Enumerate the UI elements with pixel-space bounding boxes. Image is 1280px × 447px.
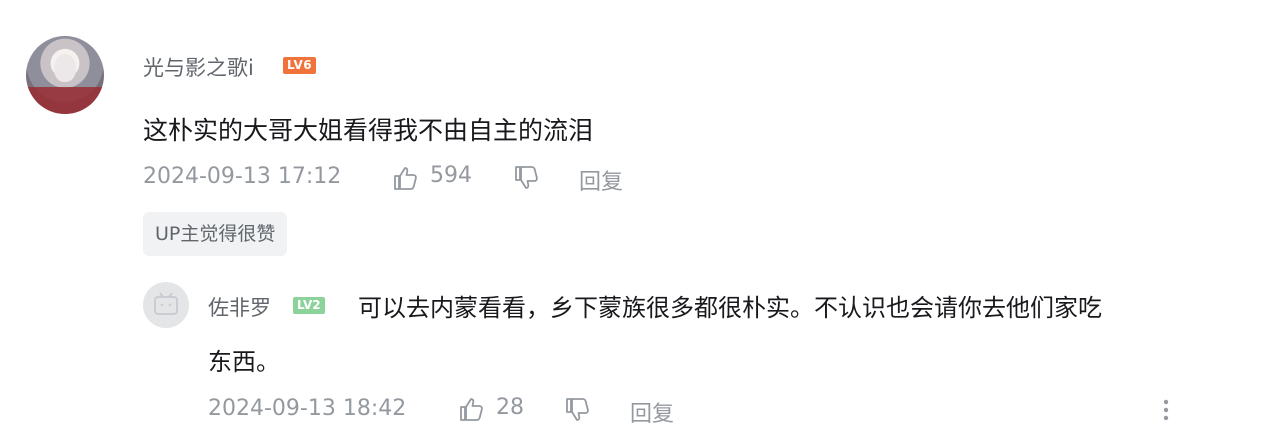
up-liked-tag: UP主觉得很赞 bbox=[143, 212, 288, 256]
reply-dislike-button[interactable] bbox=[563, 396, 591, 424]
more-button[interactable] bbox=[1156, 396, 1176, 424]
avatar-face bbox=[54, 54, 76, 82]
like-count: 594 bbox=[430, 163, 472, 188]
default-avatar-icon bbox=[143, 282, 189, 328]
reply-text-line1: 可以去内蒙看看，乡下蒙族很多都很朴实。不认识也会请你去他们家吃 bbox=[358, 294, 1102, 322]
dislike-button[interactable] bbox=[512, 164, 540, 192]
reply-text-line2: 东西。 bbox=[208, 348, 280, 376]
comment-username[interactable]: 光与影之歌i bbox=[143, 52, 254, 82]
more-vertical-icon bbox=[1163, 399, 1169, 421]
comment-text: 这朴实的大哥大姐看得我不由自主的流泪 bbox=[143, 116, 594, 145]
level-badge: LV6 bbox=[283, 57, 317, 74]
avatar-shade bbox=[26, 87, 104, 114]
thumbs-up-icon bbox=[460, 398, 483, 421]
reply-username[interactable]: 佐非罗 bbox=[208, 292, 271, 322]
thumbs-up-icon bbox=[394, 167, 417, 190]
reply-avatar[interactable] bbox=[143, 282, 189, 328]
avatar[interactable] bbox=[26, 36, 104, 114]
reply-timestamp: 2024-09-13 18:42 bbox=[208, 396, 407, 421]
reply-reply-button[interactable]: 回复 bbox=[630, 396, 674, 428]
thumbs-down-icon bbox=[515, 166, 538, 189]
thumbs-down-icon bbox=[566, 398, 589, 421]
reply-like-count: 28 bbox=[496, 395, 524, 420]
comment-timestamp: 2024-09-13 17:12 bbox=[143, 164, 342, 189]
reply-level-badge: LV2 bbox=[293, 297, 325, 314]
like-button[interactable] bbox=[391, 164, 419, 192]
reply-like-button[interactable] bbox=[457, 395, 485, 423]
reply-button[interactable]: 回复 bbox=[579, 164, 623, 196]
